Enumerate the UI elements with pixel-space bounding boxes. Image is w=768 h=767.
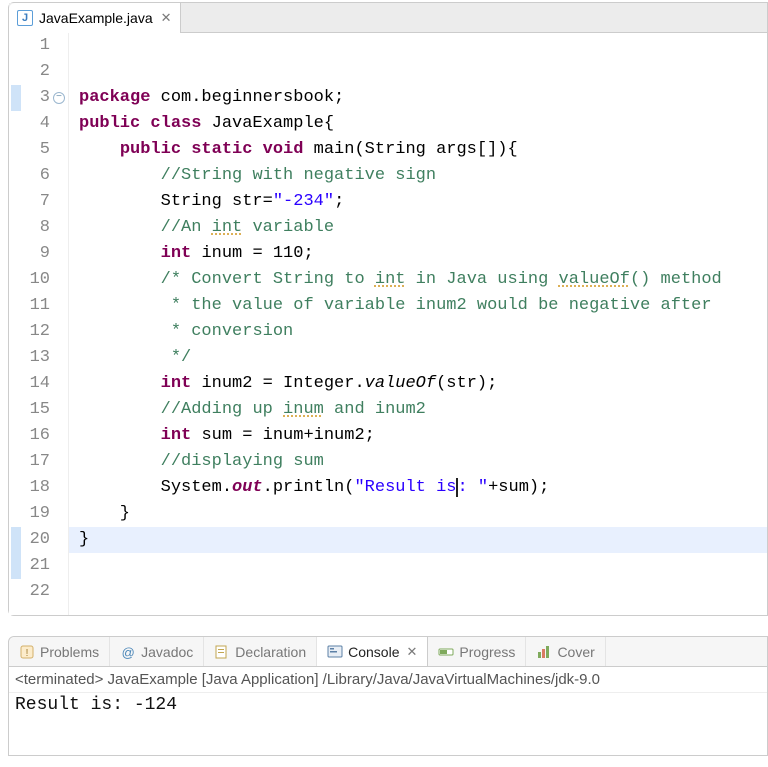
tab-label: Console	[348, 644, 399, 660]
code-line[interactable]: package com.beginnersbook;	[79, 85, 767, 111]
annotation-ruler	[9, 33, 21, 615]
java-file-icon: J	[17, 10, 33, 26]
tab-console[interactable]: Console ✕	[317, 637, 428, 666]
tab-label: Progress	[459, 644, 515, 660]
code-line[interactable]: */	[79, 345, 767, 371]
line-number-gutter[interactable]: 12345678910111213141516171819202122	[9, 33, 69, 615]
console-process-label: <terminated> JavaExample [Java Applicati…	[9, 667, 767, 693]
tab-label: Javadoc	[141, 644, 193, 660]
code-line[interactable]: /* Convert String to int in Java using v…	[79, 267, 767, 293]
tab-label: Problems	[40, 644, 99, 660]
svg-text:!: !	[26, 648, 29, 659]
code-line[interactable]: int inum2 = Integer.valueOf(str);	[79, 371, 767, 397]
console-icon	[327, 644, 343, 660]
code-line[interactable]: System.out.println("Result is: "+sum);	[79, 475, 767, 501]
code-line[interactable]: public static void main(String args[]){	[79, 137, 767, 163]
tab-label: Declaration	[235, 644, 306, 660]
code-line[interactable]: //An int variable	[79, 215, 767, 241]
code-line[interactable]: //displaying sum	[79, 449, 767, 475]
console-output[interactable]: Result is: -124	[9, 693, 767, 755]
bottom-view-tabs: ! Problems @ Javadoc Declaration Console…	[9, 637, 767, 667]
gutter-annotation	[11, 553, 21, 579]
code-line[interactable]: }	[79, 527, 767, 553]
tab-declaration[interactable]: Declaration	[204, 637, 317, 666]
editor-tab-active[interactable]: J JavaExample.java ✕	[9, 3, 181, 33]
code-line[interactable]: String str="-234";	[79, 189, 767, 215]
code-line[interactable]: //String with negative sign	[79, 163, 767, 189]
tab-javadoc[interactable]: @ Javadoc	[110, 637, 204, 666]
code-line[interactable]: int inum = 110;	[79, 241, 767, 267]
javadoc-icon: @	[120, 644, 136, 660]
editor-pane: J JavaExample.java ✕ 1234567891011121314…	[8, 2, 768, 616]
declaration-icon	[214, 644, 230, 660]
progress-icon	[438, 644, 454, 660]
gutter-annotation	[11, 85, 21, 111]
code-line[interactable]: int sum = inum+inum2;	[79, 423, 767, 449]
fold-toggle-icon[interactable]	[53, 92, 65, 104]
code-line[interactable]: * conversion	[79, 319, 767, 345]
tab-progress[interactable]: Progress	[428, 637, 526, 666]
code-body: 12345678910111213141516171819202122 pack…	[9, 33, 767, 615]
code-line[interactable]: * the value of variable inum2 would be n…	[79, 293, 767, 319]
editor-tab-bar: J JavaExample.java ✕	[9, 3, 767, 33]
code-line[interactable]: //Adding up inum and inum2	[79, 397, 767, 423]
code-line[interactable]: public class JavaExample{	[79, 111, 767, 137]
problems-icon: !	[19, 644, 35, 660]
close-icon[interactable]: ✕	[161, 10, 172, 26]
tab-problems[interactable]: ! Problems	[9, 637, 110, 666]
tab-label: Cover	[557, 644, 594, 660]
coverage-icon	[536, 644, 552, 660]
close-icon[interactable]: ✕	[407, 644, 418, 660]
svg-text:@: @	[122, 645, 135, 660]
code-editor[interactable]: package com.beginnersbook;public class J…	[69, 33, 767, 615]
gutter-annotation	[11, 527, 21, 553]
code-line[interactable]: }	[79, 501, 767, 527]
bottom-panel: ! Problems @ Javadoc Declaration Console…	[8, 636, 768, 756]
tab-coverage[interactable]: Cover	[526, 637, 605, 666]
editor-tab-label: JavaExample.java	[39, 10, 153, 26]
